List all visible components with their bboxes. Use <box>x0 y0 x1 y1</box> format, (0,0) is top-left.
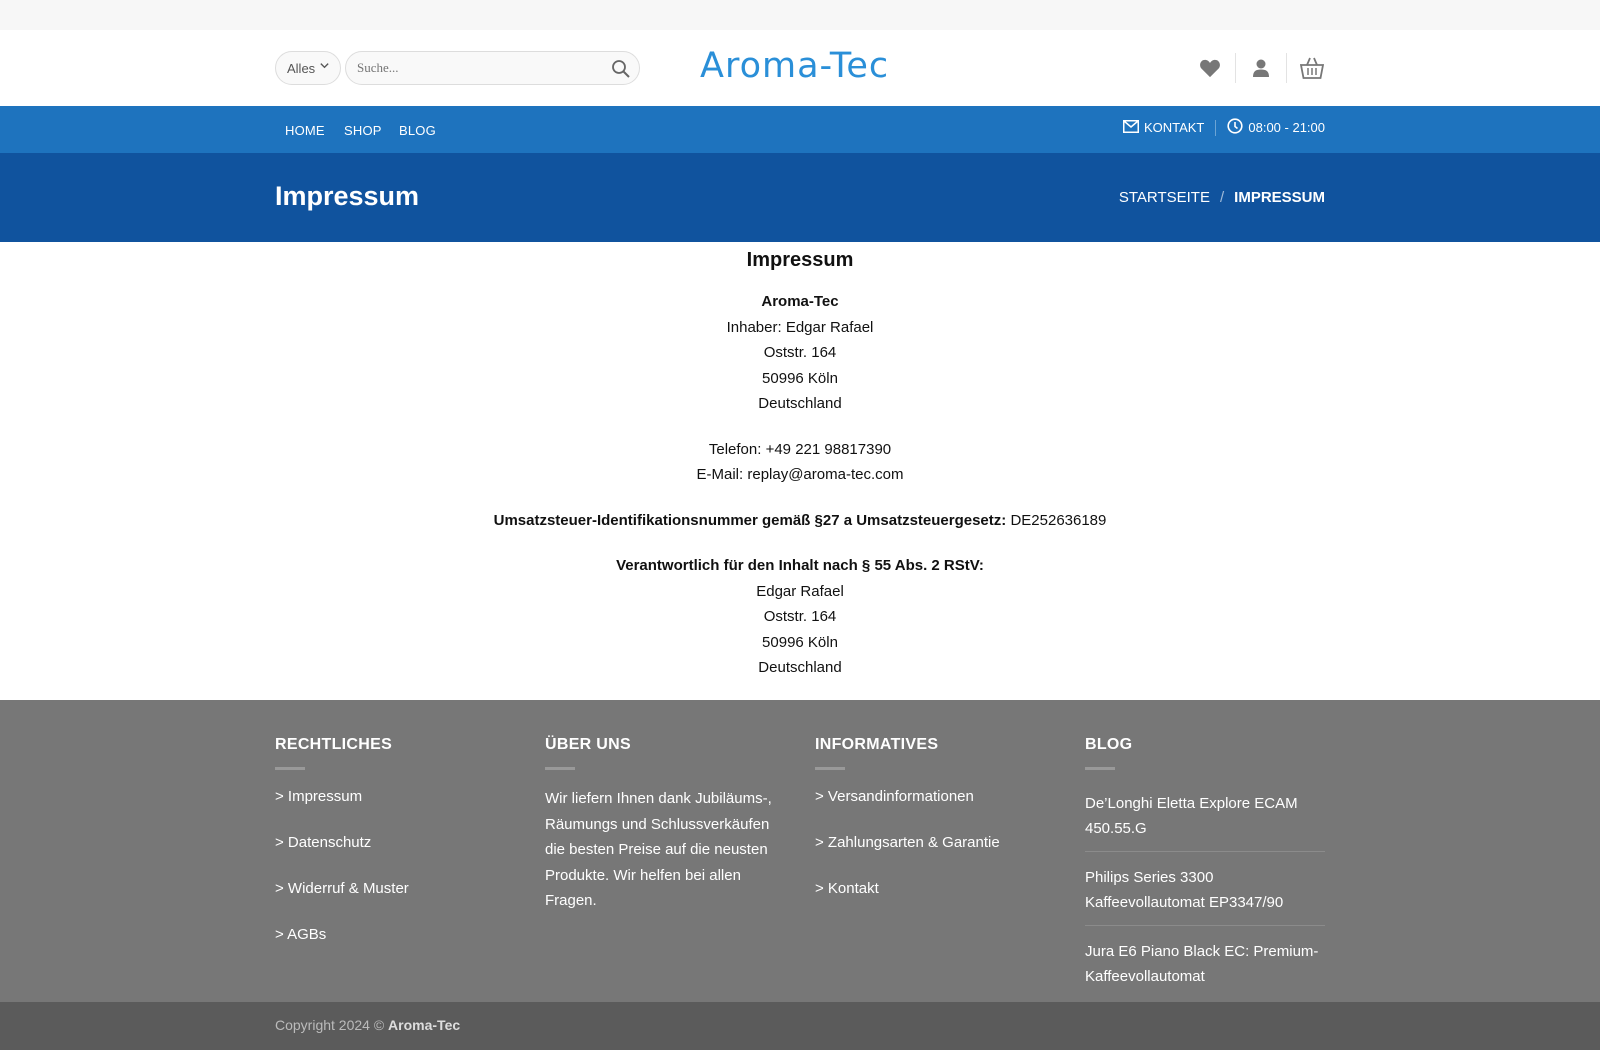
responsible-country: Deutschland <box>758 659 842 676</box>
top-strip <box>0 0 1600 30</box>
vat-block: Umsatzsteuer-Identifikationsnummer gemäß… <box>0 508 1600 534</box>
nav-divider <box>1215 119 1217 136</box>
responsible-city: 50996 Köln <box>762 633 838 651</box>
blog-post-link[interactable]: Philips Series 3300 Kaffeevollautomat EP… <box>1085 864 1325 926</box>
clock-icon <box>1227 118 1248 137</box>
nav-contact[interactable]: KONTAKT <box>1144 120 1204 135</box>
email-line: E-Mail: replay@aroma-tec.com <box>696 466 904 483</box>
breadcrumb: STARTSEITE / IMPRESSUM <box>1119 189 1325 206</box>
copyright-bar: Copyright 2024 © Aroma-Tec <box>0 1002 1600 1050</box>
footer-info-title: INFORMATIVES <box>815 736 939 753</box>
vat-value: DE252636189 <box>1010 511 1107 529</box>
blog-post-link[interactable]: De’Longhi Eletta Explore ECAM 450.55.G <box>1085 790 1325 852</box>
street-line: Oststr. 164 <box>763 344 837 361</box>
footer-title-underline <box>1085 767 1115 770</box>
company-name: Aroma-Tec <box>761 293 839 310</box>
main-content: Impressum Aroma-Tec Inhaber: Edgar Rafae… <box>0 242 1600 700</box>
nav-right: KONTAKT 08:00 - 21:00 <box>1122 118 1325 137</box>
blog-post-link[interactable]: Jura E6 Piano Black EC: Premium-Kaffeevo… <box>1085 938 1325 999</box>
responsible-street: Oststr. 164 <box>763 608 837 625</box>
basket-icon[interactable] <box>1299 55 1325 81</box>
mail-icon <box>1122 119 1144 136</box>
responsible-block: Verantwortlich für den Inhalt nach § 55 … <box>0 553 1600 681</box>
site-footer: RECHTLICHES > Impressum > Datenschutz > … <box>0 700 1600 1002</box>
city-line: 50996 Köln <box>762 369 838 387</box>
heart-icon[interactable] <box>1197 55 1223 81</box>
footer-title-underline <box>275 767 305 770</box>
category-select-value: Alles <box>287 61 316 76</box>
breadcrumb-home[interactable]: STARTSEITE <box>1119 189 1210 206</box>
footer-about-text: Wir liefern Ihnen dank Jubiläums-, Räumu… <box>545 790 772 909</box>
copyright-prefix: Copyright 2024 © <box>275 1017 385 1033</box>
breadcrumb-separator: / <box>1219 189 1225 206</box>
contact-block: Telefon: +49 221 98817390 E-Mail: replay… <box>0 437 1600 488</box>
footer-blog-title: BLOG <box>1085 736 1133 753</box>
footer-link-impressum[interactable]: > Impressum <box>275 786 515 832</box>
user-icon[interactable] <box>1248 55 1274 81</box>
page-title-bar: Impressum STARTSEITE / IMPRESSUM <box>0 153 1600 242</box>
header-divider <box>1235 53 1236 83</box>
site-header: Alles Aroma-Tec <box>0 30 1600 106</box>
nav-blog[interactable]: BLOG <box>399 123 436 138</box>
search-input[interactable] <box>346 52 586 84</box>
address-block: Aroma-Tec Inhaber: Edgar Rafael Oststr. … <box>0 289 1600 417</box>
main-nav: HOME SHOP BLOG KONTAKT 08:00 - 21:00 <box>0 106 1600 153</box>
footer-link-zahlungsarten[interactable]: > Zahlungsarten & Garantie <box>815 832 1055 878</box>
owner-line: Inhaber: Edgar Rafael <box>726 318 874 336</box>
footer-link-agbs[interactable]: > AGBs <box>275 924 515 970</box>
footer-link-kontakt[interactable]: > Kontakt <box>815 878 1055 924</box>
phone-line: Telefon: +49 221 98817390 <box>708 440 892 458</box>
chevron-down-icon <box>319 60 330 74</box>
search-icon[interactable] <box>611 59 631 79</box>
footer-link-widerruf[interactable]: > Widerruf & Muster <box>275 878 515 924</box>
site-logo[interactable]: Aroma-Tec <box>700 46 889 86</box>
nav-shop[interactable]: SHOP <box>344 123 382 138</box>
copyright-text: Copyright 2024 © Aroma-Tec <box>275 1017 460 1033</box>
footer-link-datenschutz[interactable]: > Datenschutz <box>275 832 515 878</box>
content-heading: Impressum <box>746 249 854 271</box>
page-title: Impressum <box>275 181 420 211</box>
search-box <box>345 51 640 85</box>
footer-title-underline <box>815 767 845 770</box>
footer-link-versand[interactable]: > Versandinformationen <box>815 786 1055 832</box>
footer-title-underline <box>545 767 575 770</box>
footer-about-title: ÜBER UNS <box>545 736 631 753</box>
category-select[interactable]: Alles <box>275 51 341 85</box>
country-line: Deutschland <box>758 395 842 412</box>
nav-home[interactable]: HOME <box>285 123 325 138</box>
vat-label: Umsatzsteuer-Identifikationsnummer gemäß… <box>493 511 1007 529</box>
header-divider <box>1286 53 1287 83</box>
responsible-name: Edgar Rafael <box>756 582 844 600</box>
breadcrumb-current: IMPRESSUM <box>1234 189 1325 206</box>
responsible-label: Verantwortlich für den Inhalt nach § 55 … <box>616 557 984 574</box>
nav-hours: 08:00 - 21:00 <box>1248 120 1325 135</box>
header-actions <box>1197 52 1325 84</box>
footer-legal-title: RECHTLICHES <box>275 736 393 753</box>
copyright-brand[interactable]: Aroma-Tec <box>388 1017 460 1033</box>
